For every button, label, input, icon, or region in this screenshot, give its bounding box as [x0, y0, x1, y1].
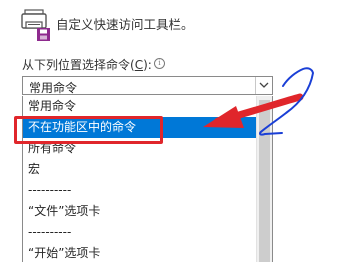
info-icon[interactable]: i [154, 58, 165, 69]
choose-commands-label: 从下列位置选择命令(C): [22, 56, 152, 73]
dropdown-option-popular-commands[interactable]: 常用命令 [23, 96, 257, 117]
choose-commands-select[interactable]: 常用命令 [22, 76, 273, 95]
dropdown-option-home-tab[interactable]: “开始”选项卡 [23, 243, 257, 262]
dropdown-separator: ---------- [28, 183, 72, 197]
choose-label-suffix: ): [143, 58, 152, 72]
dropdown-option-file-tab[interactable]: “文件”选项卡 [23, 201, 257, 222]
dropdown-option-macros[interactable]: 宏 [23, 159, 257, 180]
red-highlight-box [14, 116, 163, 144]
choose-label-accelerator: C [134, 58, 144, 72]
dropdown-scrollbar[interactable] [256, 96, 272, 262]
chevron-down-icon[interactable] [255, 77, 272, 94]
scrollbar-thumb[interactable] [259, 100, 270, 262]
select-current-value: 常用命令 [29, 81, 78, 95]
dialog-title: 自定义快速访问工具栏。 [56, 17, 194, 32]
dropdown-separator: ---------- [28, 225, 72, 239]
choose-label-prefix: 从下列位置选择命令( [22, 58, 135, 72]
quick-access-toolbar-icon [21, 9, 50, 41]
